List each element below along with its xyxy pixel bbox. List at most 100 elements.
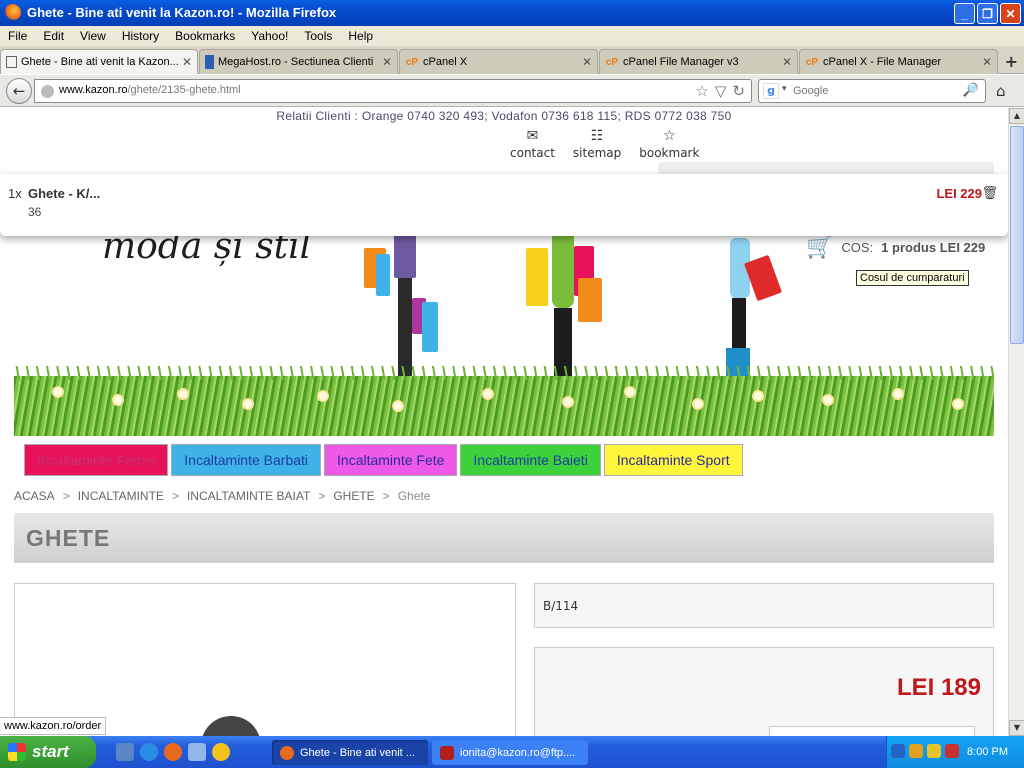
- breadcrumb-incaltaminte-baiat[interactable]: INCALTAMINTE BAIAT: [187, 489, 310, 503]
- tab-close-icon[interactable]: ✕: [180, 55, 194, 69]
- windows-logo-icon: [8, 743, 26, 761]
- scroll-down-arrow-icon[interactable]: ▼: [1009, 720, 1024, 736]
- tab-close-icon[interactable]: ✕: [980, 55, 994, 69]
- scrollbar-thumb[interactable]: [1010, 126, 1024, 344]
- cpanel-icon: cP: [605, 56, 619, 68]
- url-dropdown-icon[interactable]: ▽: [715, 82, 727, 100]
- shopper-figure-2: [526, 218, 606, 388]
- close-button[interactable]: ✕: [1000, 3, 1021, 24]
- menu-yahoo[interactable]: Yahoo!: [243, 29, 296, 43]
- taskbar-item-filezilla[interactable]: ionita@kazon.ro@ftp....: [432, 740, 588, 765]
- product-code-box: B/114: [534, 583, 994, 628]
- start-button[interactable]: start: [0, 736, 96, 768]
- search-engine-dropdown-icon[interactable]: ▾: [782, 84, 787, 94]
- tab-close-icon[interactable]: ✕: [780, 55, 794, 69]
- search-input[interactable]: [793, 83, 953, 99]
- window-title: Ghete - Bine ati venit la Kazon.ro! - Mo…: [27, 5, 337, 20]
- megahost-icon: [205, 55, 214, 69]
- menu-tools[interactable]: Tools: [296, 29, 340, 43]
- cpanel-icon: cP: [805, 56, 819, 68]
- taskbar-item-label: Ghete - Bine ati venit ...: [300, 746, 415, 759]
- menu-history[interactable]: History: [114, 29, 167, 43]
- globe-icon: [41, 85, 54, 98]
- category-incaltaminte-fete[interactable]: Incaltaminte Fete: [324, 444, 458, 476]
- category-incaltaminte-barbati[interactable]: Incaltaminte Barbati: [171, 444, 322, 476]
- breadcrumb-acasa[interactable]: ACASA: [14, 489, 55, 503]
- tab-label: MegaHost.ro - Sectiunea Clienti: [218, 56, 374, 68]
- sitemap-link[interactable]: ☷ sitemap: [573, 128, 621, 160]
- breadcrumb-current: Ghete: [397, 489, 431, 503]
- web-page: Relatii Clienti : Orange 0740 320 493; V…: [0, 108, 1008, 736]
- status-bar-url: www.kazon.ro/order: [0, 717, 107, 735]
- tray-app-icon[interactable]: [909, 744, 923, 758]
- firefox-icon[interactable]: [164, 743, 182, 761]
- category-incaltaminte-sport[interactable]: Incaltaminte Sport: [603, 444, 743, 476]
- tab-label: cPanel File Manager v3: [623, 56, 739, 68]
- menu-help[interactable]: Help: [340, 29, 381, 43]
- menu-file[interactable]: File: [0, 29, 35, 43]
- minimize-button[interactable]: _: [954, 3, 975, 24]
- new-tab-button[interactable]: +: [1005, 52, 1018, 71]
- tab-ghete[interactable]: Ghete - Bine ati venit la Kazon... ✕: [0, 49, 198, 74]
- taskbar-clock: 8:00 PM: [967, 746, 1008, 758]
- reload-icon[interactable]: ↻: [732, 82, 745, 100]
- tab-megahost[interactable]: MegaHost.ro - Sectiunea Clienti ✕: [199, 49, 398, 74]
- tab-cpanel-file-manager-v3[interactable]: cP cPanel File Manager v3 ✕: [599, 49, 798, 74]
- internet-explorer-icon[interactable]: [140, 743, 158, 761]
- scroll-up-arrow-icon[interactable]: ▲: [1009, 108, 1024, 124]
- minicart-price: LEI 229: [936, 186, 982, 201]
- taskbar-item-firefox[interactable]: Ghete - Bine ati venit ...: [272, 740, 428, 765]
- media-player-icon[interactable]: [188, 743, 206, 761]
- tab-cpanel-x-file-manager[interactable]: cP cPanel X - File Manager ✕: [799, 49, 998, 74]
- cart-value[interactable]: 1 produs LEI 229: [881, 240, 985, 255]
- search-icon[interactable]: 🔎: [963, 83, 979, 98]
- sitemap-label: sitemap: [572, 146, 622, 160]
- back-button[interactable]: ←: [6, 78, 32, 104]
- page-title: GHETE: [26, 525, 111, 551]
- filezilla-icon: [440, 745, 454, 760]
- cart-tooltip: Cosul de cumparaturi: [856, 270, 969, 286]
- url-bar[interactable]: www.kazon.ro/ghete/2135-ghete.html ☆ ▽ ↻: [34, 79, 752, 103]
- google-icon[interactable]: g: [763, 83, 779, 99]
- search-bar[interactable]: g ▾ 🔎: [758, 79, 986, 103]
- bookmark-link[interactable]: ☆ bookmark: [639, 128, 699, 160]
- menu-view[interactable]: View: [72, 29, 114, 43]
- breadcrumb-separator: >: [318, 489, 326, 503]
- tab-close-icon[interactable]: ✕: [580, 55, 594, 69]
- url-text[interactable]: www.kazon.ro/ghete/2135-ghete.html: [59, 84, 241, 96]
- maximize-button[interactable]: ❐: [977, 3, 998, 24]
- window-titlebar: Ghete - Bine ati venit la Kazon.ro! - Mo…: [0, 0, 1024, 26]
- bookmark-star-icon[interactable]: ☆: [695, 82, 708, 100]
- show-desktop-icon[interactable]: [116, 743, 134, 761]
- antivirus-icon[interactable]: [945, 744, 959, 758]
- shopping-cart-summary[interactable]: 🛒 COS: 1 produs LEI 229: [806, 234, 985, 260]
- cart-icon[interactable]: 🛒: [806, 234, 833, 260]
- menu-edit[interactable]: Edit: [35, 29, 72, 43]
- product-image-box[interactable]: [14, 583, 516, 736]
- trash-icon[interactable]: 🗑: [981, 185, 998, 201]
- breadcrumb-ghete[interactable]: GHETE: [333, 489, 374, 503]
- tab-close-icon[interactable]: ✕: [380, 55, 394, 69]
- minicart-product-name[interactable]: Ghete - K/...: [28, 186, 100, 201]
- breadcrumb-incaltaminte[interactable]: INCALTAMINTE: [78, 489, 164, 503]
- home-icon[interactable]: ⌂: [996, 82, 1006, 100]
- tray-expand-icon[interactable]: [891, 744, 905, 758]
- taskbar-item-label: ionita@kazon.ro@ftp....: [460, 746, 576, 759]
- breadcrumb-separator: >: [62, 489, 70, 503]
- star-icon: ☆: [663, 128, 676, 144]
- cart-label: COS:: [841, 239, 874, 255]
- category-incaltaminte-baieti[interactable]: Incaltaminte Baieti: [460, 444, 601, 476]
- contact-link[interactable]: ✉ contact: [510, 128, 555, 160]
- product-image[interactable]: [201, 716, 261, 736]
- contact-label: contact: [510, 146, 555, 160]
- category-incaltaminte-femei[interactable]: Incaltaminte Femei: [24, 444, 169, 476]
- vertical-scrollbar[interactable]: ▲ ▼: [1008, 108, 1024, 736]
- tab-label: cPanel X - File Manager: [823, 56, 941, 68]
- size-select[interactable]: [769, 726, 975, 736]
- navigation-bar: ← www.kazon.ro/ghete/2135-ghete.html ☆ ▽…: [0, 75, 1024, 107]
- messenger-icon[interactable]: [212, 743, 230, 761]
- tab-cpanel[interactable]: cP cPanel X ✕: [399, 49, 598, 74]
- security-shield-icon[interactable]: [927, 744, 941, 758]
- menu-bookmarks[interactable]: Bookmarks: [167, 29, 243, 43]
- firefox-icon: [4, 4, 21, 21]
